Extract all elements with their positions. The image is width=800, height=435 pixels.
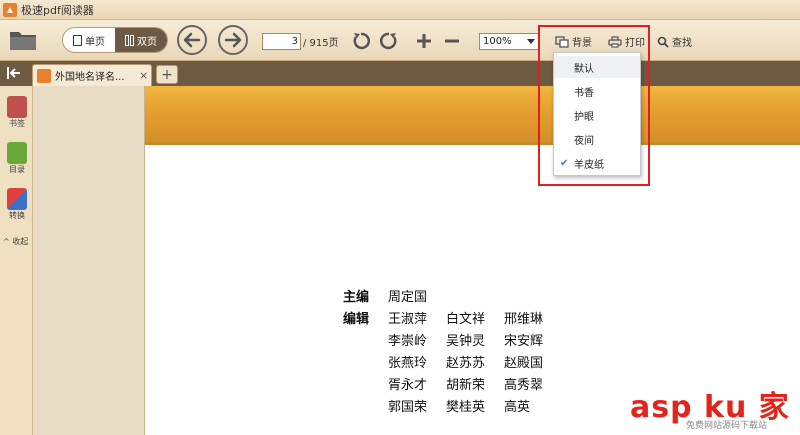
toc-icon bbox=[7, 142, 27, 164]
new-tab-button[interactable]: + bbox=[156, 65, 178, 84]
credit-row: 李崇岭 吴钟灵 宋安辉 bbox=[388, 333, 544, 349]
credit-row: 编辑 王淑萍 白文祥 邢维琳 bbox=[343, 311, 544, 327]
single-page-label: 单页 bbox=[85, 36, 105, 48]
arrow-left-icon bbox=[183, 32, 201, 48]
rotate-right-button[interactable] bbox=[378, 30, 400, 52]
rotate-left-icon bbox=[353, 32, 370, 50]
credits-block: 主编 周定国 编辑 王淑萍 白文祥 邢维琳 李崇岭 吴钟灵 宋安辉 张燕玲 赵苏… bbox=[343, 284, 562, 416]
watermark-subtitle: 免费网站源码下载站 bbox=[686, 421, 768, 431]
credit-row: 张燕玲 赵苏苏 赵殿国 bbox=[388, 355, 544, 371]
view-mode-toggle: 单页 双页 bbox=[62, 27, 168, 53]
single-page-button[interactable]: 单页 bbox=[63, 28, 115, 52]
credit-row: 主编 周定国 bbox=[343, 289, 428, 305]
title-bar: 极速pdf阅读器 bbox=[0, 0, 800, 20]
menu-item-parchment[interactable]: ✔ 羊皮纸 bbox=[554, 152, 640, 174]
menu-item-book[interactable]: 书香 bbox=[554, 80, 640, 102]
background-icon bbox=[555, 35, 569, 48]
folder-icon bbox=[10, 32, 36, 50]
background-menu: 默认 书香 护眼 夜间 ✔ 羊皮纸 bbox=[553, 52, 641, 176]
watermark-logo: asp ku 家 免费网站源码下载站 bbox=[630, 382, 798, 434]
search-icon bbox=[657, 36, 669, 48]
rotate-right-icon bbox=[380, 32, 397, 50]
toolbar: 单页 双页 3 / 915页 100% 背景 打印 查找 bbox=[0, 20, 800, 61]
print-label: 打印 bbox=[625, 38, 645, 49]
app-logo-icon bbox=[3, 2, 17, 17]
collapse-left-icon bbox=[7, 67, 20, 79]
close-tab-icon[interactable]: × bbox=[139, 69, 148, 82]
convert-button[interactable]: 转换 bbox=[2, 188, 32, 221]
double-page-button[interactable]: 双页 bbox=[115, 28, 167, 52]
document-tab-label: 外国地名译名... bbox=[55, 72, 125, 83]
app-title: 极速pdf阅读器 bbox=[21, 3, 94, 17]
double-page-icon bbox=[125, 34, 134, 46]
rotate-left-button[interactable] bbox=[350, 30, 372, 52]
bookmark-label: 书签 bbox=[9, 119, 25, 128]
print-button[interactable]: 打印 bbox=[608, 34, 645, 49]
next-page-button[interactable] bbox=[218, 25, 248, 55]
background-label: 背景 bbox=[572, 38, 592, 49]
open-folder-button[interactable] bbox=[8, 27, 38, 53]
credit-row: 郭国荣 樊桂英 高英 bbox=[388, 399, 531, 415]
double-page-label: 双页 bbox=[137, 36, 157, 48]
bookmark-button[interactable]: 书签 bbox=[2, 96, 32, 129]
arrow-right-icon bbox=[224, 32, 242, 48]
left-rail: 书签 目录 转换 ^ 收起 bbox=[0, 86, 33, 435]
zoom-out-button[interactable] bbox=[441, 30, 463, 52]
convert-icon bbox=[7, 188, 27, 210]
page-banner bbox=[145, 86, 800, 145]
menu-item-eye-care[interactable]: 护眼 bbox=[554, 104, 640, 126]
plus-icon bbox=[417, 34, 431, 48]
chevron-down-icon bbox=[527, 39, 535, 44]
rail-collapse-button[interactable]: ^ 收起 bbox=[3, 236, 28, 247]
toc-button[interactable]: 目录 bbox=[2, 142, 32, 175]
document-tab[interactable]: 外国地名译名... × bbox=[32, 64, 152, 86]
page-number-input[interactable]: 3 bbox=[262, 33, 301, 50]
side-panel bbox=[33, 86, 145, 435]
menu-item-default[interactable]: 默认 bbox=[554, 56, 640, 78]
zoom-select[interactable]: 100% bbox=[479, 33, 539, 50]
background-button[interactable]: 背景 bbox=[555, 34, 592, 49]
page-total: / 915页 bbox=[303, 38, 339, 49]
printer-icon bbox=[608, 35, 622, 48]
minus-icon bbox=[445, 39, 459, 43]
convert-label: 转换 bbox=[9, 211, 25, 220]
find-button[interactable]: 查找 bbox=[657, 34, 692, 49]
credit-row: 胥永才 胡新荣 高秀翠 bbox=[388, 377, 544, 393]
tab-bar: 外国地名译名... × + bbox=[0, 61, 800, 86]
previous-page-button[interactable] bbox=[177, 25, 207, 55]
toc-label: 目录 bbox=[9, 165, 25, 174]
single-page-icon bbox=[73, 34, 82, 46]
collapse-sidebar-button[interactable] bbox=[6, 66, 22, 80]
zoom-in-button[interactable] bbox=[413, 30, 435, 52]
menu-item-night[interactable]: 夜间 bbox=[554, 128, 640, 150]
checkmark-icon: ✔ bbox=[560, 157, 569, 169]
zoom-value: 100% bbox=[483, 36, 512, 47]
pdf-file-icon bbox=[37, 68, 51, 83]
find-label: 查找 bbox=[672, 38, 692, 49]
bookmark-icon bbox=[7, 96, 27, 118]
